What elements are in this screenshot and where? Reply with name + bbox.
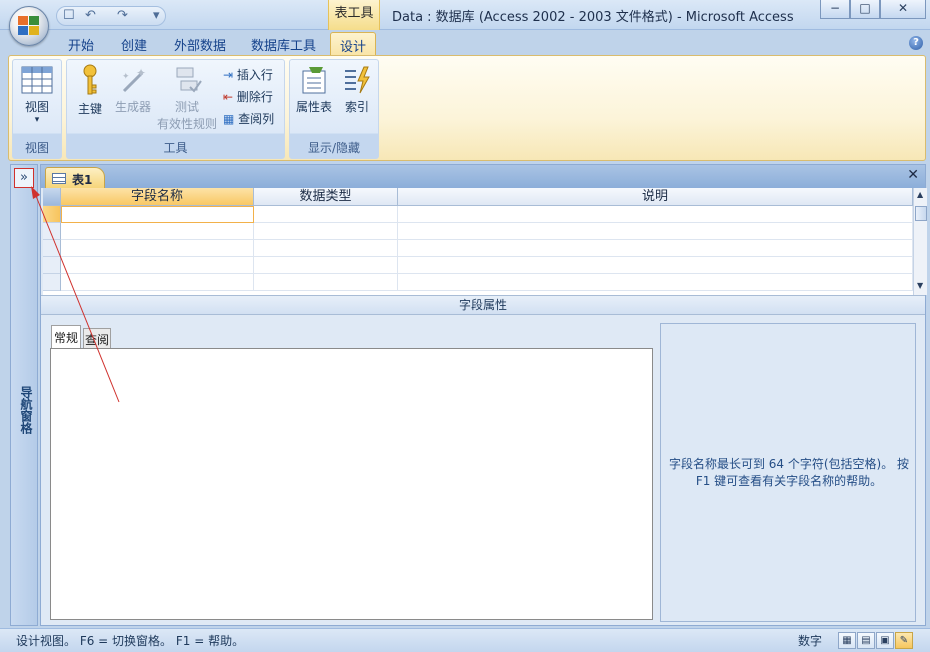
status-bar: 设计视图。 F6 = 切换窗格。 F1 = 帮助。 数字 ▦ ▤ ▣ ✎ xyxy=(0,628,930,652)
view-dropdown-arrow[interactable]: ▾ xyxy=(17,115,57,125)
row-selector[interactable] xyxy=(43,240,61,257)
lookup-column-icon: ▦ xyxy=(223,112,235,126)
indexes-icon xyxy=(345,66,370,94)
row-selector[interactable] xyxy=(43,206,61,223)
field-name-cell[interactable] xyxy=(61,274,254,291)
delete-row-icon: ⇤ xyxy=(223,90,234,104)
maximize-button[interactable]: □ xyxy=(850,0,880,19)
group-label-view: 视图 xyxy=(24,141,49,155)
field-name-cell[interactable] xyxy=(61,257,254,274)
row-selector[interactable] xyxy=(43,257,61,274)
office-logo-icon xyxy=(18,16,40,36)
scroll-down-icon[interactable]: ▼ xyxy=(917,281,923,290)
description-cell[interactable] xyxy=(398,206,913,223)
data-type-cell[interactable] xyxy=(254,274,398,291)
quick-access-toolbar: ☐ ↶ ↷ ▾ xyxy=(56,6,166,26)
save-icon[interactable]: ☐ xyxy=(63,8,75,23)
wand-icon: ✦ ✦ xyxy=(122,66,146,93)
tab-database-tools[interactable]: 数据库工具 xyxy=(251,35,316,54)
tab-lookup[interactable]: 查阅 xyxy=(83,328,112,349)
document-tab-table1[interactable]: 表1 xyxy=(45,167,105,188)
scroll-up-icon[interactable]: ▲ xyxy=(917,190,923,199)
datasheet-view-shortcut-icon[interactable]: ▦ xyxy=(838,632,856,649)
group-view: 视图 ▾ 视图 xyxy=(12,59,62,159)
close-document-icon[interactable]: ✕ xyxy=(907,167,919,183)
data-type-cell[interactable] xyxy=(254,257,398,274)
description-cell[interactable] xyxy=(398,240,913,257)
test-validation-rules-button[interactable]: 测试 有效性规则 xyxy=(155,65,219,132)
tab-external-data[interactable]: 外部数据 xyxy=(174,35,226,54)
datasheet-view-icon xyxy=(21,66,53,94)
view-shortcuts: ▦ ▤ ▣ ✎ xyxy=(838,632,914,649)
pivottable-view-shortcut-icon[interactable]: ▤ xyxy=(857,632,875,649)
field-properties-panel[interactable] xyxy=(50,348,653,620)
tab-home[interactable]: 开始 xyxy=(68,35,94,54)
field-name-cell[interactable] xyxy=(61,240,254,257)
field-properties-header: 字段属性 xyxy=(41,295,925,315)
status-text: 设计视图。 F6 = 切换窗格。 F1 = 帮助。 xyxy=(16,634,245,648)
group-label-tools: 工具 xyxy=(163,141,188,155)
property-sheet-icon xyxy=(302,67,326,94)
row-selector[interactable] xyxy=(43,274,61,291)
minimize-button[interactable]: − xyxy=(820,0,850,19)
context-tab-table-tools: 表工具 xyxy=(328,0,380,30)
data-type-cell[interactable] xyxy=(254,240,398,257)
customize-qat-icon[interactable]: ▾ xyxy=(153,8,160,23)
row-selector[interactable] xyxy=(43,223,61,240)
help-icon[interactable]: ? xyxy=(909,36,923,50)
select-all-corner[interactable] xyxy=(43,188,61,206)
expand-nav-pane-button[interactable]: » xyxy=(14,168,34,188)
description-cell[interactable] xyxy=(398,274,913,291)
property-help-panel: 字段名称最长可到 64 个字符(包括空格)。 按 F1 键可查看有关字段名称的帮… xyxy=(660,323,916,622)
svg-text:✦: ✦ xyxy=(122,72,130,82)
tab-create[interactable]: 创建 xyxy=(121,35,147,54)
group-label-show-hide: 显示/隐藏 xyxy=(307,141,361,155)
status-numlock: 数字 xyxy=(798,634,823,648)
pivotchart-view-shortcut-icon[interactable]: ▣ xyxy=(876,632,894,649)
property-help-text: 字段名称最长可到 64 个字符(包括空格)。 按 F1 键可查看有关字段名称的帮… xyxy=(668,457,910,488)
property-sheet-button[interactable]: 属性表 xyxy=(293,65,335,115)
delete-row-button[interactable]: ⇤ 删除行 xyxy=(223,88,273,105)
insert-row-button[interactable]: ⇥ 插入行 xyxy=(223,66,273,83)
undo-icon[interactable]: ↶ xyxy=(85,8,96,23)
data-type-cell[interactable] xyxy=(254,206,398,223)
design-view-shortcut-icon[interactable]: ✎ xyxy=(895,632,913,649)
description-cell[interactable] xyxy=(398,257,913,274)
office-button[interactable] xyxy=(9,6,49,46)
tab-general[interactable]: 常规 xyxy=(51,325,82,349)
document-tab-bar: 表1 ✕ xyxy=(41,165,925,188)
svg-text:✦: ✦ xyxy=(136,66,146,80)
column-header-description[interactable]: 说明 xyxy=(398,188,913,206)
table-icon xyxy=(52,173,66,184)
scroll-thumb[interactable] xyxy=(915,206,927,221)
indexes-button[interactable]: 索引 xyxy=(340,65,374,115)
field-name-cell[interactable] xyxy=(61,206,254,223)
window-controls: − □ ✕ xyxy=(820,0,926,20)
lookup-column-button[interactable]: ▦ 查阅列 xyxy=(223,110,274,127)
data-type-cell[interactable] xyxy=(254,223,398,240)
key-icon xyxy=(83,64,97,95)
navigation-pane[interactable]: » 导航窗格 xyxy=(10,164,38,626)
group-tools: 主键 ✦ ✦ 生成器 测试 有效性规则 ⇥ 插入行 ⇤ 删除行 ▦ 查阅列 工具 xyxy=(66,59,285,159)
window-title: Data : 数据库 (Access 2002 - 2003 文件格式) - M… xyxy=(392,10,794,25)
nav-pane-label[interactable]: 导航窗格 xyxy=(13,365,35,455)
view-button[interactable]: 视图 ▾ xyxy=(17,65,57,125)
column-header-field-name[interactable]: 字段名称 xyxy=(61,188,254,206)
description-cell[interactable] xyxy=(398,223,913,240)
column-header-data-type[interactable]: 数据类型 xyxy=(254,188,398,206)
grid-vertical-scrollbar[interactable]: ▲ ▼ xyxy=(913,188,927,295)
insert-row-icon: ⇥ xyxy=(223,68,234,82)
field-name-cell[interactable] xyxy=(61,223,254,240)
document-window: 表1 ✕ 字段名称 数据类型 说明 ▲ ▼ 字段属性 常规 查阅 字段名称最长可… xyxy=(40,164,927,626)
field-design-grid: 字段名称 数据类型 说明 xyxy=(43,188,913,295)
validation-icon xyxy=(176,67,202,93)
ribbon-tabs: 开始 创建 外部数据 数据库工具 设计 ? xyxy=(0,30,930,58)
title-bar: ☐ ↶ ↷ ▾ 表工具 Data : 数据库 (Access 2002 - 20… xyxy=(0,0,930,30)
close-button[interactable]: ✕ xyxy=(880,0,926,19)
builder-button[interactable]: ✦ ✦ 生成器 xyxy=(111,65,155,115)
ribbon: 视图 ▾ 视图 主键 ✦ ✦ 生成器 测试 有效性规则 ⇥ 插入行 ⇤ 删除行 … xyxy=(8,55,926,161)
group-show-hide: 属性表 索引 显示/隐藏 xyxy=(289,59,379,159)
redo-icon[interactable]: ↷ xyxy=(117,8,128,23)
primary-key-button[interactable]: 主键 xyxy=(73,63,107,117)
